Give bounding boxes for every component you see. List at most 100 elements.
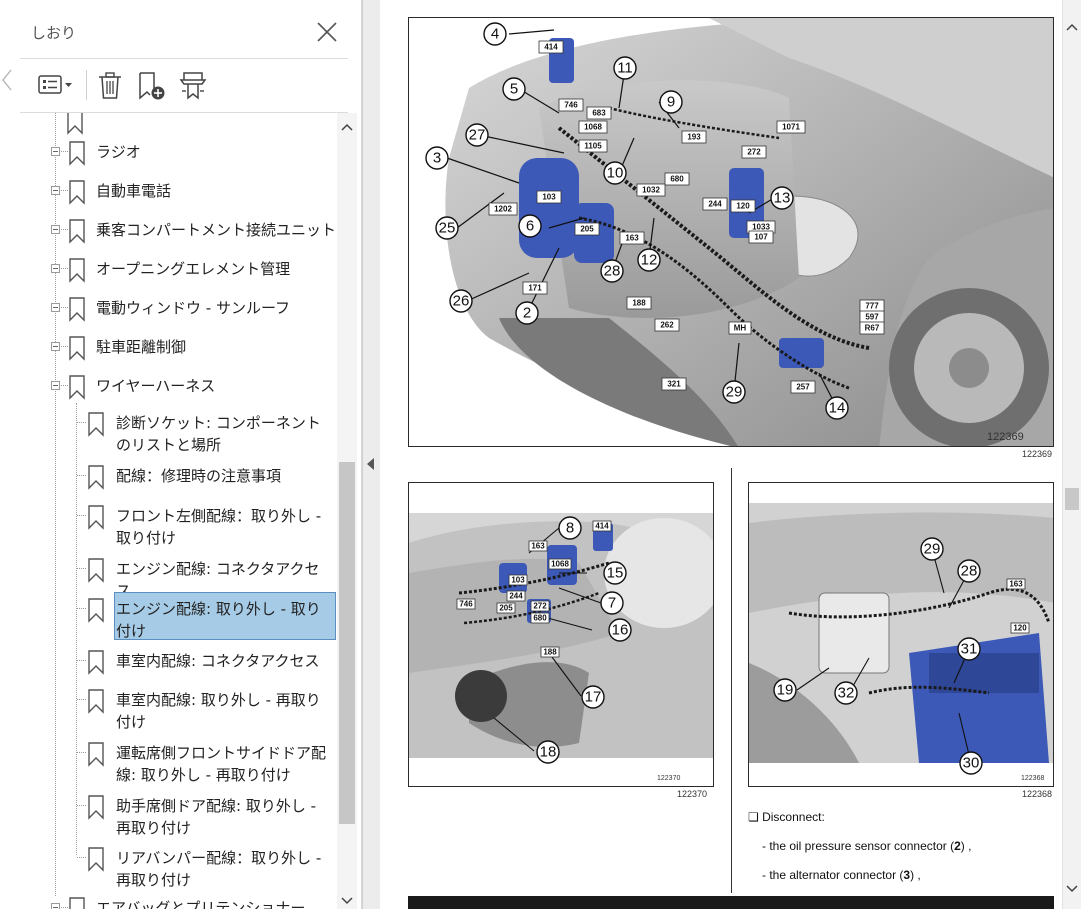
svg-text:28: 28 [604, 263, 621, 280]
collapse-panel-handle[interactable] [0, 66, 14, 94]
svg-text:8: 8 [566, 520, 574, 537]
connector-tag: 107 [748, 230, 774, 244]
expand-toggle[interactable] [51, 903, 60, 909]
connector-tag: 244 [506, 590, 526, 602]
bookmark-item-power-window[interactable]: 電動ウィンドウ - サンルーフ [20, 290, 336, 326]
svg-text:244: 244 [509, 592, 523, 601]
bookmark-label: 乗客コンパートメント接続ユニット [96, 221, 336, 239]
close-icon [317, 22, 337, 42]
expand-toggle[interactable] [51, 342, 60, 351]
bookmark-icon [88, 465, 104, 490]
svg-text:MH: MH [734, 324, 747, 333]
bookmark-item-airbags[interactable]: エアバッグとプリテンショナー [20, 890, 336, 909]
bookmark-icon [69, 180, 85, 205]
callout-18: 18 [536, 740, 560, 764]
connector-tag: 163 [1006, 578, 1026, 590]
connector-tag: 777 [859, 299, 885, 313]
expand-toggle[interactable] [51, 303, 60, 312]
bookmark-item-passenger-unit[interactable]: 乗客コンパートメント接続ユニット [20, 212, 336, 248]
scrollbar-thumb[interactable] [339, 462, 355, 824]
svg-text:272: 272 [533, 602, 547, 611]
callout-31: 31 [957, 637, 981, 661]
connector-tag: MH [728, 321, 752, 335]
scroll-up-button[interactable] [1064, 18, 1080, 36]
svg-text:6: 6 [526, 218, 534, 235]
svg-text:26: 26 [453, 293, 470, 310]
callout-6: 6 [518, 214, 542, 238]
bookmark-item-driver-door-wiring[interactable]: 運転席側フロントサイドドア配線: 取り外し - 再取り付け [20, 735, 336, 787]
close-panel-button[interactable] [313, 18, 341, 46]
scroll-down-button[interactable] [337, 893, 357, 909]
bookmark-icon [69, 336, 85, 361]
scroll-down-button[interactable] [1064, 880, 1080, 898]
expand-toggle[interactable] [51, 147, 60, 156]
collapse-toggle[interactable] [51, 381, 60, 390]
connector-tag: 321 [661, 377, 687, 391]
bookmark-item[interactable] [20, 113, 336, 135]
svg-text:683: 683 [592, 109, 606, 118]
callout-2: 2 [515, 301, 539, 325]
callout-13: 13 [770, 186, 794, 210]
chevron-down-icon [1066, 885, 1078, 893]
svg-text:103: 103 [511, 576, 525, 585]
expand-toggle[interactable] [51, 186, 60, 195]
svg-text:120: 120 [1013, 624, 1027, 633]
bookmark-item-car-phone[interactable]: 自動車電話 [20, 173, 336, 209]
callout-7: 7 [600, 591, 624, 615]
bookmark-options-button[interactable] [36, 68, 76, 102]
svg-text:193: 193 [687, 133, 701, 142]
engine-bay-figure: 414 746 683 1068 1105 193 1071 272 1202 … [408, 17, 1054, 447]
callout-32: 32 [834, 681, 858, 705]
instruction-heading: ❏ Disconnect: [748, 810, 825, 824]
bookmark-item-wiring-precautions[interactable]: 配線：修理時の注意事項 [20, 458, 336, 494]
svg-text:29: 29 [726, 384, 743, 401]
expand-toggle[interactable] [51, 264, 60, 273]
bookmark-label: ワイヤーハーネス [96, 377, 216, 395]
document-scrollbar[interactable] [1062, 0, 1081, 909]
bookmark-item-passenger-door-wiring[interactable]: 助手席側ドア配線: 取り外し - 再取り付け [20, 788, 336, 840]
bookmark-item-radio[interactable]: ラジオ [20, 134, 336, 170]
bookmark-item-rear-bumper-wiring[interactable]: リアバンパー配線：取り外し - 再取り付け [20, 840, 336, 892]
bookmark-label: 自動車電話 [96, 182, 172, 200]
bookmark-icon [69, 297, 85, 322]
svg-text:13: 13 [774, 190, 791, 207]
connector-tag: 414 [592, 520, 612, 532]
callout-19: 19 [773, 678, 797, 702]
bookmark-item-engine-wiring-removal[interactable]: エンジン配線: 取り外し - 取り付け [20, 591, 336, 643]
svg-text:597: 597 [865, 313, 879, 322]
bookmark-item-engine-wiring-access[interactable]: エンジン配線: コネクタアクセス [20, 551, 336, 600]
svg-text:188: 188 [632, 299, 646, 308]
bookmark-item-diagnostic-socket[interactable]: 診断ソケット: コンポーネントのリストと場所 [20, 405, 336, 457]
connector-tag: R67 [859, 321, 885, 335]
callout-28: 28 [600, 259, 624, 283]
bookmark-item-parking-control[interactable]: 駐車距離制御 [20, 329, 336, 365]
bookmark-item-cabin-wiring-access[interactable]: 車室内配線: コネクタアクセス [20, 643, 336, 679]
bookmark-label: リアバンパー配線：取り外し - 再取り付け [116, 849, 322, 889]
svg-text:680: 680 [533, 614, 547, 623]
bookmark-item-wiring-harness[interactable]: ワイヤーハーネス [20, 368, 336, 404]
chevron-down-icon [341, 897, 353, 905]
column-divider [731, 468, 732, 893]
scrollbar-thumb[interactable] [1065, 488, 1079, 510]
svg-text:7: 7 [608, 595, 616, 612]
bookmark-item-opening-elements[interactable]: オープニングエレメント管理 [20, 251, 336, 287]
svg-text:1033: 1033 [752, 223, 770, 232]
find-current-bookmark-button[interactable] [178, 68, 212, 102]
connector-tag: 272 [741, 145, 767, 159]
panel-splitter[interactable] [362, 0, 380, 909]
connector-tag: 746 [558, 98, 584, 112]
chevron-up-icon [1066, 23, 1078, 31]
new-bookmark-button[interactable] [136, 68, 168, 102]
scroll-up-button[interactable] [337, 116, 357, 138]
callout-11: 11 [613, 56, 637, 80]
connector-tag: 746 [456, 598, 476, 610]
expand-toggle[interactable] [51, 225, 60, 234]
connector-tag: 414 [538, 40, 564, 54]
connector-tag: 272 [530, 600, 550, 612]
delete-bookmark-button[interactable] [96, 68, 124, 102]
connector-tag: 244 [702, 197, 728, 211]
bookmark-item-front-left-wiring[interactable]: フロント左側配線：取り外し - 取り付け [20, 498, 336, 550]
bookmark-item-cabin-wiring-removal[interactable]: 車室内配線: 取り外し - 再取り付け [20, 682, 336, 734]
callout-17: 17 [581, 685, 605, 709]
connector-tag: 1105 [578, 139, 608, 153]
